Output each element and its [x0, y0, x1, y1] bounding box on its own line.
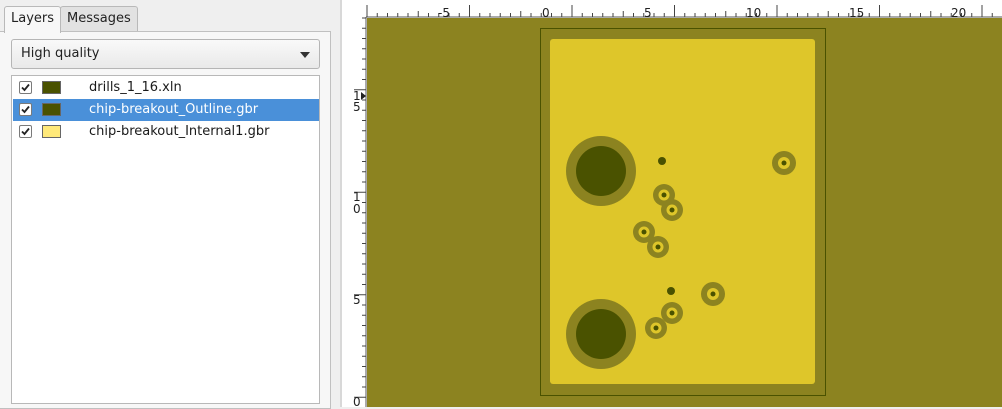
mounting-hole-drill [576, 146, 626, 196]
layer-color-swatch[interactable] [42, 125, 61, 138]
ruler-label: 5 [353, 293, 361, 307]
layer-color-swatch[interactable] [42, 103, 61, 116]
layer-row-outline[interactable]: chip-breakout_Outline.gbr [13, 99, 319, 121]
via [645, 317, 667, 339]
ruler-label: 10 [746, 6, 761, 20]
layer-filename: chip-breakout_Internal1.gbr [89, 124, 270, 139]
mounting-hole-drill [576, 309, 626, 359]
ruler-label: 0 [353, 395, 361, 407]
ruler-label: 5 [353, 100, 361, 114]
ruler-label: 5 [644, 6, 652, 20]
render-quality-dropdown[interactable]: High quality [11, 39, 320, 69]
tab-layers[interactable]: Layers [4, 6, 62, 33]
drill-hole [658, 157, 666, 165]
ruler-label: 20 [951, 6, 966, 20]
via [661, 199, 683, 221]
chevron-down-icon[interactable] [300, 52, 310, 58]
layer-visibility-checkbox[interactable] [19, 103, 32, 116]
ruler-label: 0 [353, 202, 361, 216]
layers-tab-panel: High quality drills_1_16.xln chip-breako… [0, 31, 331, 409]
drill-hole [667, 287, 675, 295]
layer-row-drills[interactable]: drills_1_16.xln [13, 77, 319, 99]
ruler-label: -5 [438, 6, 450, 20]
checkmark-icon [21, 127, 30, 136]
layer-filename: chip-breakout_Outline.gbr [89, 102, 259, 117]
tab-messages[interactable]: Messages [60, 6, 138, 31]
checkmark-icon [21, 83, 30, 92]
checkmark-icon [21, 105, 30, 114]
layer-row-internal1[interactable]: chip-breakout_Internal1.gbr [13, 121, 319, 143]
ruler-label: 0 [542, 6, 550, 20]
gerber-canvas-area[interactable]: -5 0 5 10 15 20 1 5 1 0 5 0 [342, 0, 1002, 407]
via [772, 151, 796, 175]
layer-filename: drills_1_16.xln [89, 80, 182, 95]
via [661, 302, 683, 324]
layer-visibility-checkbox[interactable] [19, 81, 32, 94]
via [701, 282, 725, 306]
layer-list[interactable]: drills_1_16.xln chip-breakout_Outline.gb… [11, 75, 320, 404]
ruler-label: 15 [849, 6, 864, 20]
panel-tabbar: Layers Messages [4, 6, 138, 33]
gerber-canvas[interactable]: -5 0 5 10 15 20 1 5 1 0 5 0 [342, 0, 1002, 407]
layers-panel: Layers Messages High quality drills_1_16… [0, 0, 333, 409]
render-quality-value: High quality [21, 46, 100, 61]
layer-visibility-checkbox[interactable] [19, 125, 32, 138]
layer-color-swatch[interactable] [42, 81, 61, 94]
via [647, 236, 669, 258]
